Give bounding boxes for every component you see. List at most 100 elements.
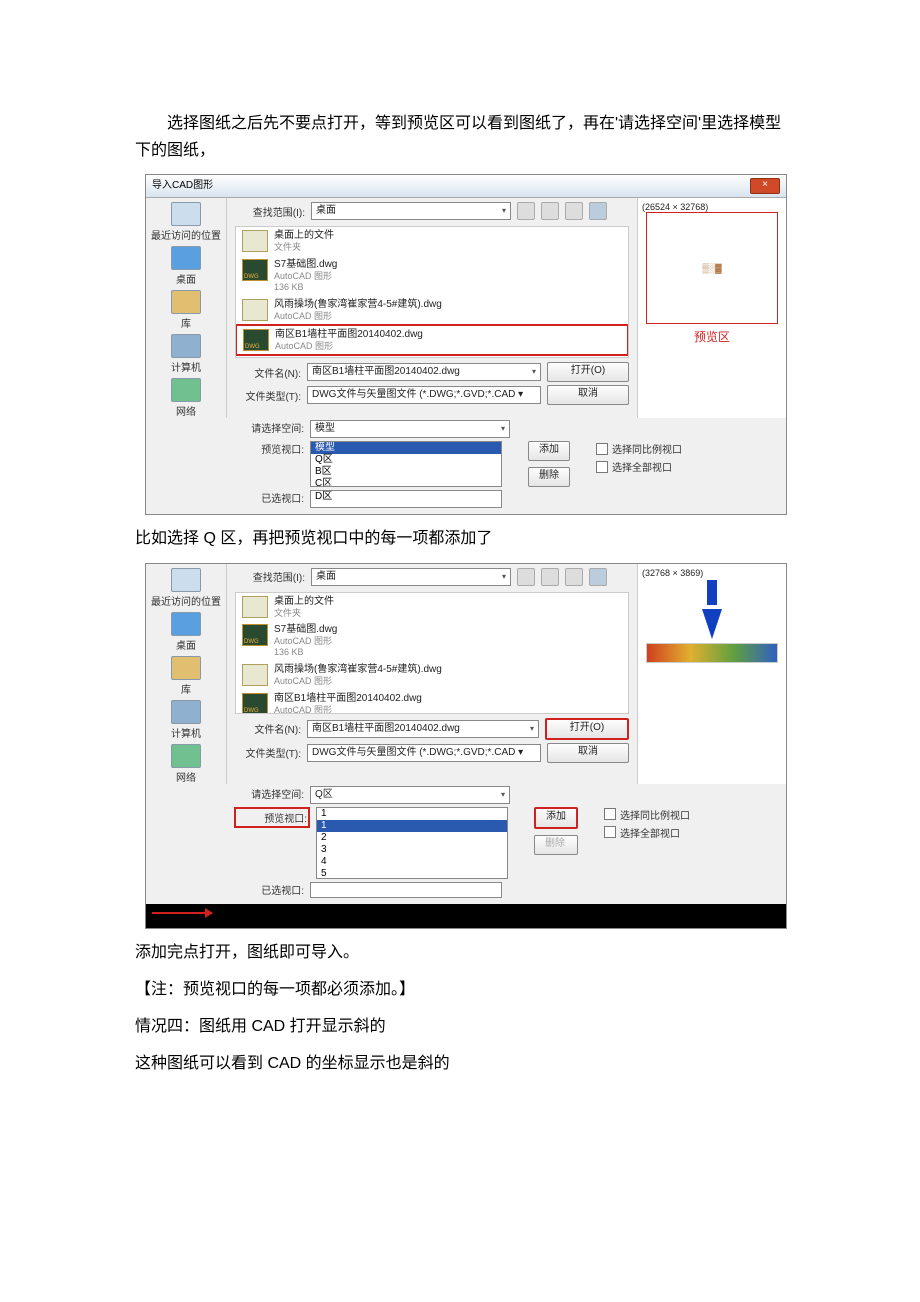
chevron-down-icon: ▾	[502, 203, 506, 219]
chevron-down-icon: ▾	[530, 721, 534, 737]
file-item[interactable]: S7基础图.dwgAutoCAD 图形136 KB	[236, 621, 628, 661]
place-library[interactable]: 库	[151, 656, 221, 696]
filename-label: 文件名(N):	[231, 721, 301, 736]
open-button[interactable]: 打开(O)	[545, 718, 629, 740]
file-item[interactable]: 风雨操场(鲁家湾崔家营4-5#建筑).dwgAutoCAD 图形	[236, 661, 628, 690]
checkbox-icon	[604, 826, 616, 838]
back-icon[interactable]	[517, 568, 535, 586]
filetype-combo[interactable]: DWG文件与矢量图文件 (*.DWG;*.GVD;*.CAD ▾	[307, 744, 541, 762]
file-icon	[242, 299, 268, 321]
list-item[interactable]: B区	[311, 466, 501, 478]
computer-icon	[171, 334, 201, 358]
viewport-listbox[interactable]: 1 1 2 3 4 5	[316, 807, 508, 879]
cad-canvas-strip	[146, 904, 786, 928]
lookin-label: 查找范围(I):	[235, 569, 305, 584]
filename-label: 文件名(N):	[231, 365, 301, 380]
place-desktop[interactable]: 桌面	[151, 612, 221, 652]
file-list[interactable]: 桌面上的文件文件夹 S7基础图.dwgAutoCAD 图形136 KB 风雨操场…	[235, 592, 629, 714]
newfolder-icon[interactable]	[565, 568, 583, 586]
paragraph-2: 比如选择 Q 区，再把预览视口中的每一项都添加了	[135, 525, 785, 552]
list-item[interactable]: Q区	[311, 454, 501, 466]
close-button[interactable]: ×	[750, 178, 780, 194]
paragraph-6: 这种图纸可以看到 CAD 的坐标显示也是斜的	[135, 1050, 785, 1077]
file-item[interactable]: 风雨操场(鲁家湾崔家营4-5#建筑).dwgAutoCAD 图形	[236, 296, 628, 325]
selected-listbox[interactable]: D区	[310, 490, 502, 508]
list-item[interactable]: 3	[317, 844, 507, 856]
preview-dimensions: (26524 × 32768)	[642, 202, 708, 212]
delete-button[interactable]: 删除	[528, 467, 570, 487]
preview-thumbnail: ▒░▓	[702, 263, 721, 273]
all-viewports-checkbox[interactable]: 选择全部视口	[604, 825, 690, 840]
filetype-label: 文件类型(T):	[231, 745, 301, 760]
file-item[interactable]: 桌面上的文件文件夹	[236, 593, 628, 622]
list-item[interactable]: 模型	[311, 442, 501, 454]
viewport-label: 预览视口:	[234, 441, 304, 456]
desktop-icon	[171, 246, 201, 270]
library-icon	[171, 290, 201, 314]
file-item[interactable]: 桌面上的文件文件夹	[236, 227, 628, 256]
preview-dimensions: (32768 × 3869)	[642, 568, 703, 578]
folder-icon	[242, 230, 268, 252]
filename-combo[interactable]: 南区B1墙柱平面图20140402.dwg▾	[307, 363, 541, 381]
place-library[interactable]: 库	[151, 290, 221, 330]
list-item[interactable]: 5	[317, 868, 507, 879]
all-viewports-checkbox[interactable]: 选择全部视口	[596, 459, 682, 474]
back-icon[interactable]	[517, 202, 535, 220]
file-item[interactable]: S7基础图.dwgAutoCAD 图形136 KB	[236, 256, 628, 296]
chevron-down-icon: ▾	[532, 364, 536, 380]
same-scale-checkbox[interactable]: 选择同比例视口	[596, 441, 682, 456]
file-icon	[242, 664, 268, 686]
delete-button[interactable]: 删除	[534, 835, 578, 855]
list-item[interactable]: 1	[317, 808, 507, 820]
lookin-combo[interactable]: 桌面▾	[311, 202, 511, 220]
file-item[interactable]: 首层空心楼盖结构 2013.8.30 - 副本.dwg	[236, 355, 628, 358]
list-item[interactable]: 4	[317, 856, 507, 868]
library-icon	[171, 656, 201, 680]
list-item[interactable]: C区	[311, 478, 501, 487]
chevron-down-icon: ▾	[502, 569, 506, 585]
newfolder-icon[interactable]	[565, 202, 583, 220]
up-icon[interactable]	[541, 202, 559, 220]
recent-icon	[171, 568, 201, 592]
viewport-listbox[interactable]: 模型 Q区 B区 C区	[310, 441, 502, 487]
place-network[interactable]: 网络	[151, 744, 221, 784]
place-recent[interactable]: 最近访问的位置	[151, 202, 221, 242]
views-icon[interactable]	[589, 568, 607, 586]
paragraph-case4: 情况四：图纸用 CAD 打开显示斜的	[135, 1013, 785, 1040]
up-icon[interactable]	[541, 568, 559, 586]
place-computer[interactable]: 计算机	[151, 334, 221, 374]
list-item[interactable]: 2	[317, 832, 507, 844]
space-label: 请选择空间:	[234, 420, 304, 435]
add-button[interactable]: 添加	[534, 807, 578, 829]
open-button[interactable]: 打开(O)	[547, 362, 629, 382]
filename-combo[interactable]: 南区B1墙柱平面图20140402.dwg▾	[307, 720, 539, 738]
same-scale-checkbox[interactable]: 选择同比例视口	[604, 807, 690, 822]
selected-listbox[interactable]	[310, 882, 502, 898]
file-list[interactable]: 桌面上的文件文件夹 S7基础图.dwgAutoCAD 图形136 KB 风雨操场…	[235, 226, 629, 358]
place-network[interactable]: 网络	[151, 378, 221, 418]
checkbox-icon	[604, 808, 616, 820]
views-icon[interactable]	[589, 202, 607, 220]
places-bar: 最近访问的位置 桌面 库 计算机 网络	[146, 198, 227, 418]
place-computer[interactable]: 计算机	[151, 700, 221, 740]
place-recent[interactable]: 最近访问的位置	[151, 568, 221, 608]
place-desktop[interactable]: 桌面	[151, 246, 221, 286]
list-item[interactable]: D区	[311, 491, 501, 503]
import-cad-dialog-1: 导入CAD图形 × 最近访问的位置 桌面 库 计算机 网络 查找范围(I): 桌…	[145, 174, 787, 515]
cancel-button[interactable]: 取消	[547, 385, 629, 405]
add-button[interactable]: 添加	[528, 441, 570, 461]
list-item[interactable]: 1	[317, 820, 507, 832]
checkbox-icon	[596, 443, 608, 455]
red-arrow-icon	[152, 912, 212, 914]
space-combo[interactable]: Q区▾	[310, 786, 510, 804]
places-bar: 最近访问的位置 桌面 库 计算机 网络	[146, 564, 227, 784]
lookin-combo[interactable]: 桌面▾	[311, 568, 511, 586]
space-combo[interactable]: 模型▾	[310, 420, 510, 438]
chevron-down-icon: ▾	[501, 787, 505, 803]
filetype-combo[interactable]: DWG文件与矢量图文件 (*.DWG;*.GVD;*.CAD ▾	[307, 386, 541, 404]
file-item-selected[interactable]: 南区B1墙柱平面图20140402.dwgAutoCAD 图形	[235, 324, 629, 357]
recent-icon	[171, 202, 201, 226]
file-item[interactable]: 南区B1墙柱平面图20140402.dwgAutoCAD 图形	[236, 690, 628, 714]
lookin-label: 查找范围(I):	[235, 204, 305, 219]
cancel-button[interactable]: 取消	[547, 743, 629, 763]
